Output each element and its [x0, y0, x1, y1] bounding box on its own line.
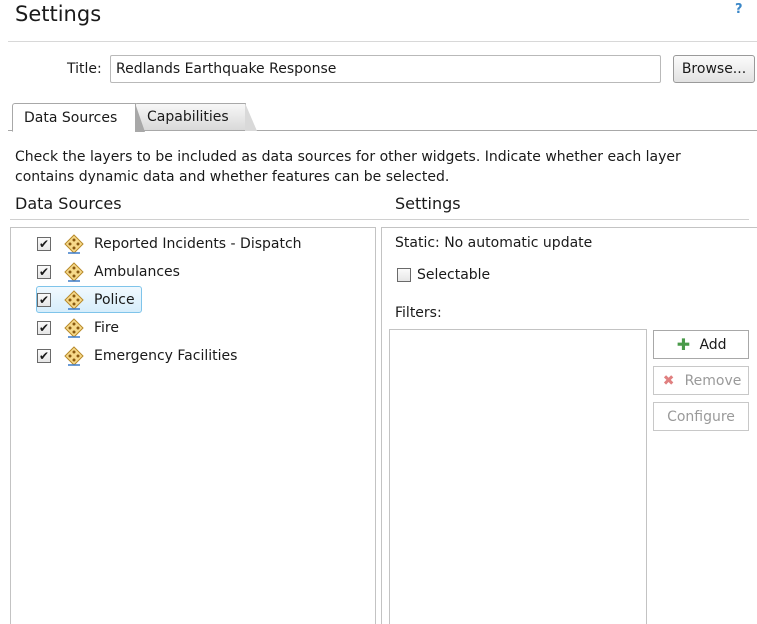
layer-label: Emergency Facilities	[94, 348, 238, 364]
description-text: Check the layers to be included as data …	[15, 149, 681, 185]
browse-button[interactable]: Browse...	[673, 55, 755, 83]
help-icon[interactable]: ?	[735, 2, 743, 17]
layer-item-reported-incidents[interactable]: ✔ Reported Incidents - Dispatch	[37, 231, 357, 257]
layer-label: Reported Incidents - Dispatch	[94, 236, 302, 252]
layer-list: ✔ Reported Incidents - Dispatch ✔ Ambula…	[10, 227, 376, 624]
selectable-label: Selectable	[417, 267, 491, 283]
layer-checkbox[interactable]: ✔	[37, 265, 51, 279]
selectable-option[interactable]: Selectable	[397, 267, 490, 283]
data-sources-heading: Data Sources	[15, 194, 122, 213]
filters-list[interactable]	[389, 329, 647, 624]
layer-label: Ambulances	[94, 264, 180, 280]
tab-capabilities[interactable]: Capabilities	[134, 103, 257, 131]
feature-layer-icon	[64, 290, 84, 310]
layer-checkbox[interactable]: ✔	[37, 321, 51, 335]
title-label: Title:	[67, 61, 102, 77]
close-icon: ✖	[662, 372, 675, 389]
title-input[interactable]	[110, 55, 661, 83]
tab-data-sources[interactable]: Data Sources	[12, 103, 145, 132]
selectable-checkbox[interactable]	[397, 268, 411, 282]
static-status-text: Static: No automatic update	[395, 235, 593, 251]
page-title: Settings	[15, 2, 102, 26]
feature-layer-icon	[64, 346, 84, 366]
remove-label: Remove	[684, 372, 742, 389]
layer-item-ambulances[interactable]: ✔ Ambulances	[37, 259, 357, 285]
feature-layer-icon	[64, 318, 84, 338]
add-filter-button[interactable]: ✚ Add	[653, 330, 749, 359]
remove-filter-button[interactable]: ✖ Remove	[653, 366, 749, 395]
plus-icon: ✚	[676, 335, 691, 354]
layer-item-emergency-facilities[interactable]: ✔ Emergency Facilities	[37, 343, 357, 369]
layer-item-fire[interactable]: ✔ Fire	[37, 315, 357, 341]
header-divider	[8, 41, 757, 42]
add-label: Add	[699, 336, 727, 353]
layer-label: Fire	[94, 320, 119, 336]
feature-layer-icon	[64, 262, 84, 282]
filters-label: Filters:	[395, 305, 442, 321]
layer-checkbox[interactable]: ✔	[37, 349, 51, 363]
heading-divider	[10, 219, 749, 220]
layer-label: Police	[94, 292, 135, 308]
settings-heading: Settings	[395, 194, 461, 213]
configure-filter-button[interactable]: Configure	[653, 402, 749, 431]
layer-checkbox[interactable]: ✔	[37, 293, 51, 307]
layer-item-police[interactable]: ✔ Police	[36, 286, 357, 313]
layer-checkbox[interactable]: ✔	[37, 237, 51, 251]
feature-layer-icon	[64, 234, 84, 254]
